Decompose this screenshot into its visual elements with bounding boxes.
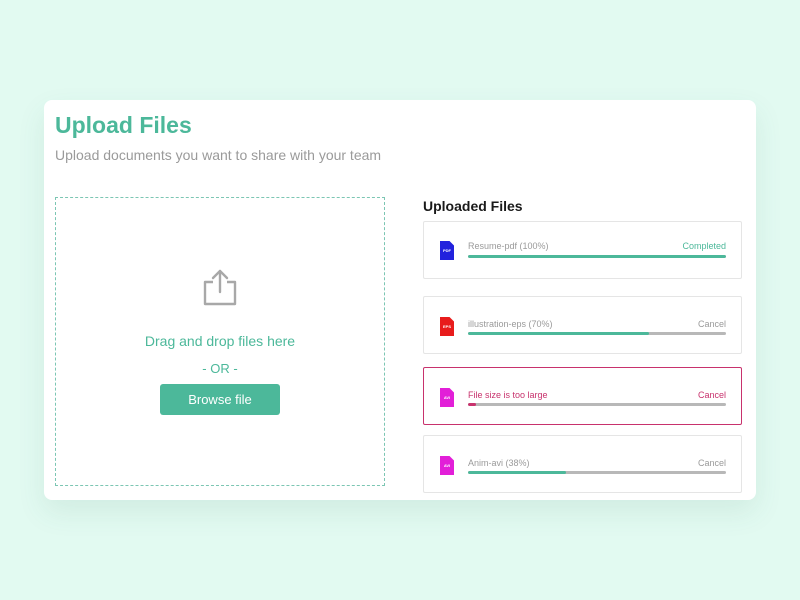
- file-item-resume: PDF Resume-pdf (100%) Completed: [423, 221, 742, 279]
- page-subtitle: Upload documents you want to share with …: [55, 147, 382, 163]
- share-upload-icon: [203, 269, 237, 306]
- uploaded-files-heading: Uploaded Files: [423, 198, 523, 214]
- file-name: Resume-pdf (100%): [468, 241, 549, 251]
- upload-card: Upload Files Upload documents you want t…: [44, 100, 756, 500]
- cancel-button[interactable]: Cancel: [698, 390, 726, 400]
- cancel-button[interactable]: Cancel: [698, 319, 726, 329]
- progress-bar: [468, 332, 726, 335]
- progress-fill: [468, 255, 726, 258]
- file-status-completed: Completed: [682, 241, 726, 251]
- file-name: illustration-eps (70%): [468, 319, 553, 329]
- drag-drop-text: Drag and drop files here: [144, 333, 296, 349]
- error-message: File size is too large: [468, 390, 548, 400]
- file-item-error: AVI File size is too large Cancel: [423, 367, 742, 425]
- page-title: Upload Files: [55, 112, 192, 138]
- avi-file-icon: AVI: [440, 388, 454, 407]
- file-item-illustration: EPS illustration-eps (70%) Cancel: [423, 296, 742, 354]
- progress-bar: [468, 403, 726, 406]
- eps-file-icon: EPS: [440, 317, 454, 336]
- cancel-button[interactable]: Cancel: [698, 458, 726, 468]
- progress-bar: [468, 471, 726, 474]
- progress-bar: [468, 255, 726, 258]
- avi-file-icon: AVI: [440, 456, 454, 475]
- progress-fill: [468, 332, 649, 335]
- or-separator: - OR -: [202, 361, 238, 376]
- progress-fill: [468, 403, 476, 406]
- file-name: Anim-avi (38%): [468, 458, 530, 468]
- pdf-file-icon: PDF: [440, 241, 454, 260]
- browse-file-button[interactable]: Browse file: [160, 384, 280, 415]
- file-item-anim: AVI Anim-avi (38%) Cancel: [423, 435, 742, 493]
- progress-fill: [468, 471, 567, 474]
- drop-zone[interactable]: Drag and drop files here - OR - Browse f…: [55, 197, 385, 486]
